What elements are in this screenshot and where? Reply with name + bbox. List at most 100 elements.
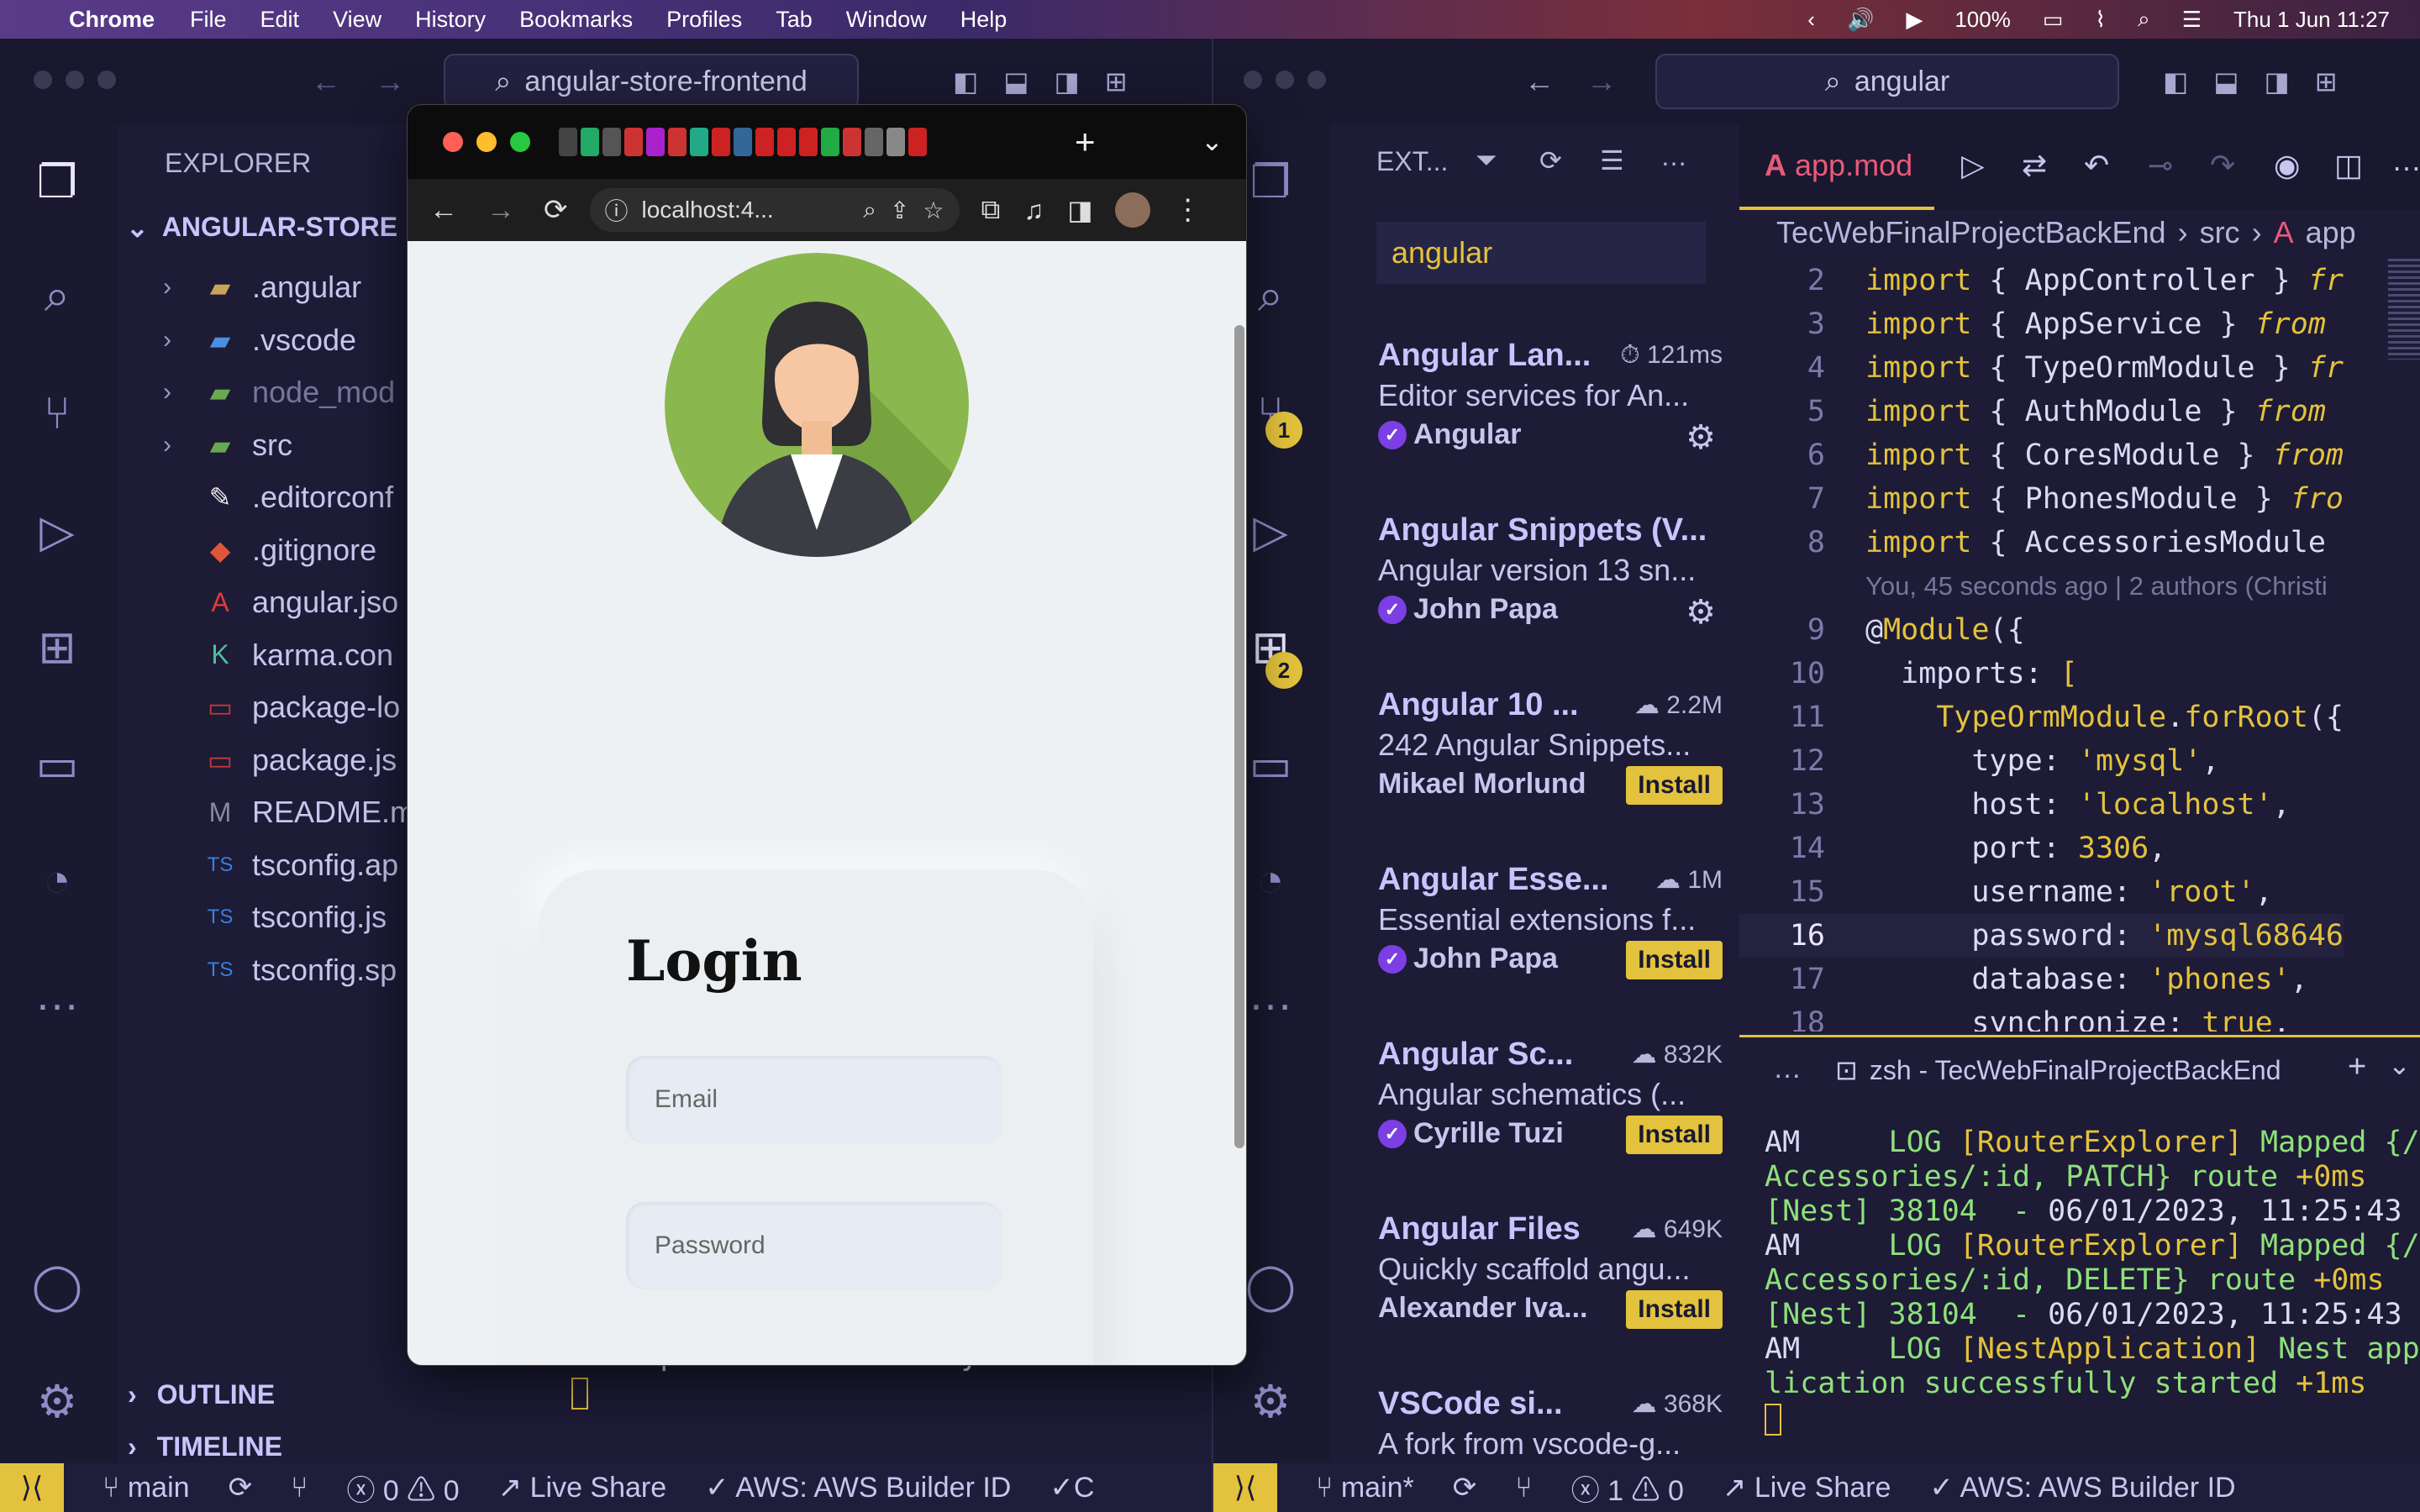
git-graph-status-icon[interactable]: ⑂ bbox=[291, 1472, 308, 1504]
editor-tab-active[interactable]: A app.mod bbox=[1739, 124, 1934, 210]
file-tree-item[interactable]: ✎ .editorconf bbox=[163, 472, 394, 522]
go-back-change-icon[interactable]: ↶ bbox=[2084, 148, 2109, 183]
toggle-panel-icon[interactable]: ⬓ bbox=[1003, 66, 1028, 97]
back-arrow-icon[interactable]: ← bbox=[311, 64, 341, 99]
code-editor[interactable]: 2 import { AppController } fr 3 import { Ap… bbox=[1739, 259, 2386, 1032]
extension-item[interactable]: Angular Esse... ☁ 1M Essential extensions … bbox=[1378, 862, 1723, 1030]
extensions-search-input[interactable]: angular bbox=[1376, 222, 1706, 284]
file-tree-item[interactable]: Aangular.jso bbox=[163, 577, 398, 627]
bookmark-star-icon[interactable]: ☆ bbox=[923, 197, 944, 224]
battery-icon[interactable]: ▭ bbox=[2043, 7, 2064, 33]
back-arrow-icon[interactable]: ← bbox=[429, 194, 458, 227]
run-debug-icon[interactable]: ▷ bbox=[25, 499, 89, 563]
install-button[interactable]: Install bbox=[1626, 1290, 1723, 1329]
workspace-root[interactable]: ⌄ ANGULAR-STORE bbox=[126, 212, 397, 244]
more-icon[interactable]: … bbox=[1239, 963, 1302, 1026]
window-controls[interactable] bbox=[1244, 70, 1339, 93]
extension-item[interactable]: Angular Snippets (V... Angular version 13… bbox=[1378, 512, 1723, 680]
live-share-status[interactable]: ↗ Live Share bbox=[1723, 1471, 1891, 1504]
explorer-icon[interactable]: ❐ bbox=[25, 150, 89, 213]
new-tab-icon[interactable]: + bbox=[1075, 122, 1096, 162]
wifi-off-icon[interactable]: ⌇ bbox=[2095, 7, 2106, 33]
live-share-status[interactable]: ↗ Live Share bbox=[498, 1471, 666, 1504]
status-extra[interactable]: ✓C bbox=[1050, 1471, 1094, 1504]
explorer-icon[interactable]: ❐ bbox=[1239, 150, 1302, 213]
media-control-icon[interactable]: ♫ bbox=[1023, 195, 1044, 226]
split-editor-icon[interactable]: ◫ bbox=[2334, 148, 2363, 183]
terminal-output[interactable]: AM LOG [RouterExplorer] Mapped {/Accesso… bbox=[1765, 1125, 2420, 1461]
accounts-icon[interactable]: ◯ bbox=[1239, 1253, 1302, 1317]
volume-icon[interactable]: 🔊 bbox=[1847, 7, 1874, 33]
share-icon[interactable]: ⇪ bbox=[890, 197, 909, 224]
manage-gear-icon[interactable]: ⚙ bbox=[1686, 593, 1716, 632]
breadcrumb-file[interactable]: app bbox=[2306, 215, 2356, 250]
extension-item[interactable]: Angular 10 ... ☁ 2.2M 242 Angular Snippets… bbox=[1378, 687, 1723, 855]
remote-indicator[interactable]: ⟩⟨ bbox=[0, 1463, 64, 1512]
toggle-sidebar-icon[interactable]: ◧ bbox=[2163, 66, 2188, 97]
back-arrow-icon[interactable]: ← bbox=[1524, 64, 1555, 99]
toggle-sidebar-icon[interactable]: ◧ bbox=[953, 66, 978, 97]
extensions-icon[interactable]: ⊞ bbox=[25, 615, 89, 679]
control-center-icon[interactable]: ☰ bbox=[2182, 7, 2202, 33]
aws-status[interactable]: ✓ AWS: AWS Builder ID bbox=[705, 1471, 1011, 1504]
panel-more-icon[interactable]: … bbox=[1773, 1053, 1802, 1085]
chevron-left-icon[interactable]: ‹ bbox=[1807, 7, 1815, 33]
branch-status[interactable]: ⑂ main* bbox=[1316, 1472, 1414, 1504]
problems-status[interactable]: ⓧ 1 ⚠ 0 bbox=[1571, 1467, 1684, 1509]
run-debug-icon[interactable]: ▷ bbox=[1239, 499, 1302, 563]
file-tree-item[interactable]: ▭ package.js bbox=[163, 735, 397, 785]
file-tree-item[interactable]: Kkarma.con bbox=[163, 630, 393, 680]
menu-profiles[interactable]: Profiles bbox=[666, 7, 742, 33]
tab-search-chevron-icon[interactable]: ⌄ bbox=[1201, 125, 1223, 157]
install-button[interactable]: Install bbox=[1626, 1116, 1723, 1154]
maximize-window-button[interactable] bbox=[510, 132, 530, 152]
outline-section[interactable]: › OUTLINE bbox=[128, 1379, 275, 1410]
manage-gear-icon[interactable]: ⚙ bbox=[1686, 418, 1716, 457]
settings-gear-icon[interactable]: ⚙ bbox=[25, 1369, 89, 1433]
commit-icon[interactable]: ⊸ bbox=[2148, 148, 2173, 183]
menu-history[interactable]: History bbox=[415, 7, 486, 33]
forward-arrow-icon[interactable]: → bbox=[375, 64, 405, 99]
compare-icon[interactable]: ⇄ bbox=[2022, 148, 2047, 183]
menu-bookmarks[interactable]: Bookmarks bbox=[519, 7, 633, 33]
file-tree-item[interactable]: › ▰ node_mod bbox=[163, 367, 395, 417]
timeline-section[interactable]: › TIMELINE bbox=[128, 1431, 282, 1462]
profile-avatar[interactable] bbox=[1114, 192, 1150, 228]
search-icon[interactable]: ⌕ bbox=[2138, 6, 2150, 33]
settings-gear-icon[interactable]: ⚙ bbox=[1239, 1369, 1302, 1433]
customize-layout-icon[interactable]: ⊞ bbox=[1105, 66, 1128, 97]
run-icon[interactable]: ▷ bbox=[1961, 148, 1985, 183]
remote-explorer-icon[interactable]: ▭ bbox=[1239, 732, 1302, 796]
file-tree-item[interactable]: › ▰ src bbox=[163, 420, 292, 470]
minimize-window-button[interactable] bbox=[476, 132, 497, 152]
file-tree-item[interactable]: ◆ .gitignore bbox=[163, 525, 376, 575]
remote-explorer-icon[interactable]: ▭ bbox=[25, 732, 89, 796]
install-button[interactable]: Install bbox=[1626, 941, 1723, 979]
accounts-icon[interactable]: ◯ bbox=[25, 1253, 89, 1317]
toggle-secondary-sidebar-icon[interactable]: ◨ bbox=[1054, 66, 1079, 97]
minimap[interactable] bbox=[2388, 259, 2420, 360]
extension-item[interactable]: Angular Files ☁ 649K Quickly scaffold angu… bbox=[1378, 1211, 1723, 1379]
remote-indicator[interactable]: ⟩⟨ bbox=[1213, 1463, 1277, 1512]
file-tree-item[interactable]: › ▰ .angular bbox=[163, 262, 361, 312]
editor-more-icon[interactable]: … bbox=[2391, 143, 2420, 178]
problems-status[interactable]: ⓧ 0 ⚠ 0 bbox=[346, 1467, 459, 1509]
clear-icon[interactable]: ☰ bbox=[1600, 144, 1624, 176]
menu-edit[interactable]: Edit bbox=[260, 7, 300, 33]
extension-item[interactable]: Angular Sc... ☁ 832K Angular schematics (.… bbox=[1378, 1037, 1723, 1205]
install-button[interactable]: Install bbox=[1626, 766, 1723, 805]
file-tree-item[interactable]: TS tsconfig.ap bbox=[163, 840, 398, 890]
app-menu[interactable]: Chrome bbox=[69, 7, 155, 33]
customize-layout-icon[interactable]: ⊞ bbox=[2315, 66, 2338, 97]
pinned-tab-favicons[interactable] bbox=[559, 128, 930, 156]
command-center-search[interactable]: ⌕ angular-store-frontend bbox=[444, 54, 859, 109]
menu-tab[interactable]: Tab bbox=[776, 7, 813, 33]
toggle-secondary-sidebar-icon[interactable]: ◨ bbox=[2264, 66, 2289, 97]
menubar-clock[interactable]: Thu 1 Jun 11:27 bbox=[2233, 7, 2390, 33]
side-panel-icon[interactable]: ◨ bbox=[1067, 194, 1092, 226]
sync-icon[interactable]: ⟳ bbox=[229, 1471, 253, 1504]
play-icon[interactable]: ▶ bbox=[1906, 7, 1923, 33]
terminal-tab[interactable]: ⊡ zsh - TecWebFinalProjectBackEnd bbox=[1835, 1054, 2281, 1086]
git-lens-icon[interactable]: ◉ bbox=[2274, 148, 2300, 183]
extension-item[interactable]: VSCode si... ☁ 368K A fork from vscode-g..… bbox=[1378, 1386, 1723, 1463]
